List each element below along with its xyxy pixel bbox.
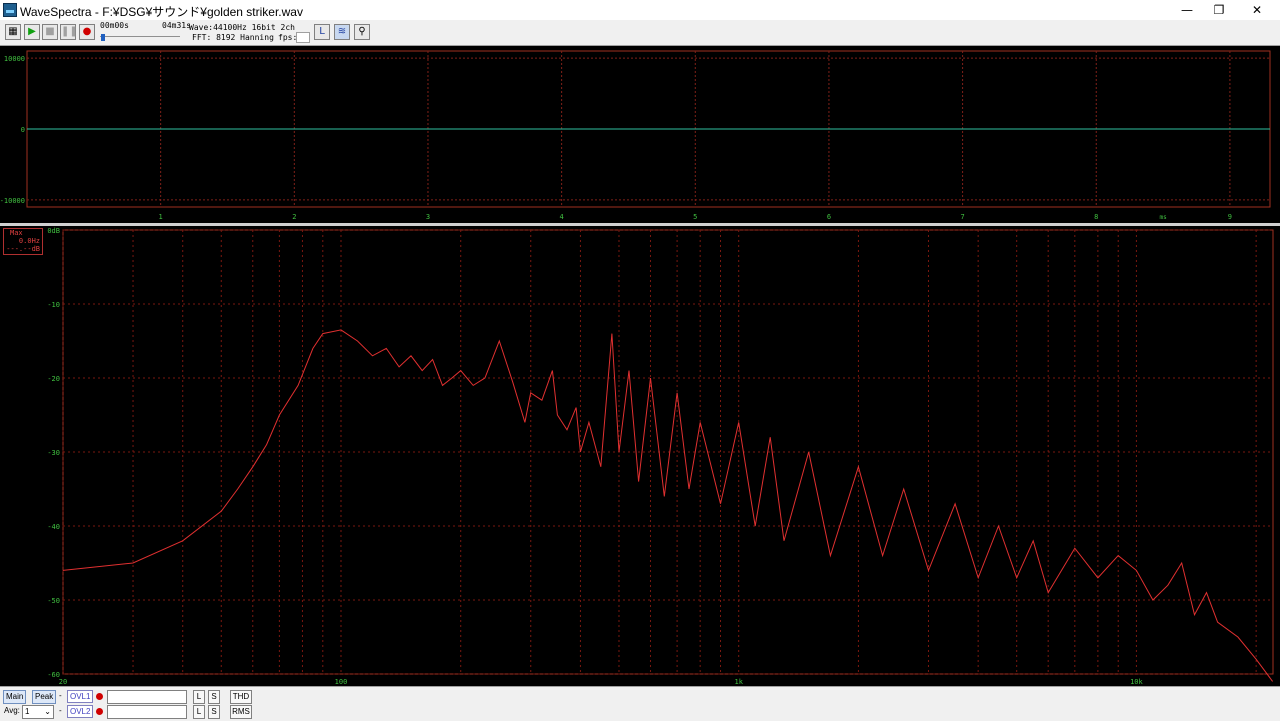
avg-select[interactable]: 1 ⌄ [22,705,54,719]
spectrum-y-tick-label: -10 [47,301,60,309]
dash-1: - [59,691,62,700]
lr-channel-icon[interactable]: L [314,24,330,40]
waveform-chart: 10000 0 -10000 1 2 3 4 5 6 7 8 9 ms [0,50,1271,221]
waveform-panel: 10000 0 -10000 1 2 3 4 5 6 7 8 9 ms [0,46,1280,224]
status-bar: Main Peak - OVL1 L S THD Avg: 1 ⌄ - OVL2… [0,686,1280,721]
spectrum-settings-icon[interactable]: ≋ [334,24,350,40]
wave-y-tick-label: -10000 [0,197,25,205]
fps-value [296,32,310,43]
app-icon [3,3,17,17]
wave-info: Wave:44100Hz 16bit 2ch [189,23,295,32]
ovl2-indicator: OVL2 [67,705,94,718]
max-readout-box: Max 0.0Hz ---.--dB [3,228,43,255]
fft-info: FFT: 8192 Hanning [192,33,274,42]
spectrum-y-tick-label: -30 [47,449,60,457]
wave-x-tick-label: 4 [560,213,564,221]
ovl1-indicator: OVL1 [67,690,94,703]
rms-button[interactable]: RMS [230,705,252,719]
wave-x-tick-label: 8 [1094,213,1098,221]
wave-x-tick-label: 2 [292,213,296,221]
wave-x-tick-label: 6 [827,213,831,221]
spectrum-x-tick-label: 20 [59,678,67,686]
spectrum-y-tick-label: 0dB [47,227,60,235]
thd-button[interactable]: THD [230,690,252,704]
wave-y-tick-label: 10000 [4,55,25,63]
l-button-2[interactable]: L [193,705,205,719]
record-icon-2[interactable] [96,708,103,715]
spectrum-chart: 0dB-10-20-30-40-50-6020 100 1k 10k [47,227,1274,686]
wave-x-tick-label: 5 [693,213,697,221]
zoom-icon[interactable]: ⚲ [354,24,370,40]
main-button[interactable]: Main [3,690,27,704]
l-button-1[interactable]: L [193,690,205,704]
record-icon[interactable]: ● [79,24,95,40]
spectrum-panel: 0dB -10 -20 -30 -40 -50 -60 20 100 1k 10k Max 0.0H… [0,226,1280,686]
dash-2: - [59,706,62,715]
close-icon[interactable]: ✕ [1234,0,1280,20]
chevron-down-icon: ⌄ [44,707,51,716]
s-button-2[interactable]: S [208,705,220,719]
spectrum-y-tick-label: -40 [47,523,60,531]
record-icon-1[interactable] [96,693,103,700]
position-slider-thumb[interactable] [101,34,105,41]
wave-x-unit-label: ms [1159,214,1167,221]
readout-freq: 0.0Hz [18,237,40,245]
wave-x-tick-label: 3 [426,213,430,221]
avg-label: Avg: [4,706,20,715]
wave-x-tick-label: 9 [1228,213,1232,221]
wave-y-tick-label: 0 [21,126,25,134]
spectrum-x-tick-label: 100 [335,678,348,686]
toolbar: ▦ ▶ ■ ❚❚ ● 00m00s 04m31s Wave:44100Hz 16… [0,20,1280,46]
spectrum-x-tick-label: 1k [734,678,743,686]
stop-icon[interactable]: ■ [42,24,58,40]
wave-x-tick-label: 1 [159,213,163,221]
spectrum-y-tick-label: -50 [47,597,60,605]
position-time: 00m00s [100,21,129,30]
total-time: 04m31s [162,21,191,30]
avg-select-value: 1 [25,707,30,716]
title-bar: WaveSpectra - F:¥DSG¥サウンド¥golden striker… [0,0,1280,20]
pause-icon[interactable]: ❚❚ [60,24,78,40]
window-title: WaveSpectra - F:¥DSG¥サウンド¥golden striker… [20,5,303,19]
spectrum-line [62,329,1274,682]
ovl2-field [107,705,187,719]
ovl1-field [107,690,187,704]
position-slider-track[interactable] [100,36,180,37]
spectrum-y-tick-label: -20 [47,375,60,383]
readout-title: Max [10,229,23,237]
spectrum-x-tick-label: 10k [1130,678,1143,686]
fps-label: fps: [278,33,298,42]
s-button-1[interactable]: S [208,690,220,704]
readout-db: ---.--dB [6,245,40,253]
device-icon[interactable]: ▦ [5,24,21,40]
play-icon[interactable]: ▶ [24,24,40,40]
peak-button[interactable]: Peak [32,690,57,704]
wave-x-tick-label: 7 [960,213,964,221]
